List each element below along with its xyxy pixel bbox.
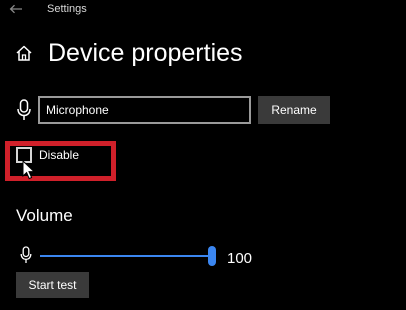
volume-slider-track [40,255,212,257]
volume-heading: Volume [16,206,73,225]
home-icon[interactable] [15,44,33,62]
device-name-field[interactable] [38,96,251,124]
microphone-icon [20,246,32,263]
window-title: Settings [47,3,87,15]
volume-slider-thumb[interactable] [208,246,216,266]
start-test-button[interactable]: Start test [16,272,89,298]
mouse-cursor-icon [22,160,36,180]
rename-button[interactable]: Rename [258,96,330,124]
settings-window: Settings Device properties Rename Disabl… [0,0,406,310]
title-bar: Settings [0,0,406,22]
volume-slider[interactable] [40,246,216,266]
volume-value: 100 [227,250,253,267]
microphone-icon [17,99,31,120]
disable-label[interactable]: Disable [39,149,79,162]
page-title: Device properties [48,39,243,67]
back-button[interactable] [6,0,26,18]
device-name-input[interactable] [40,98,249,122]
back-arrow-icon [9,4,22,14]
